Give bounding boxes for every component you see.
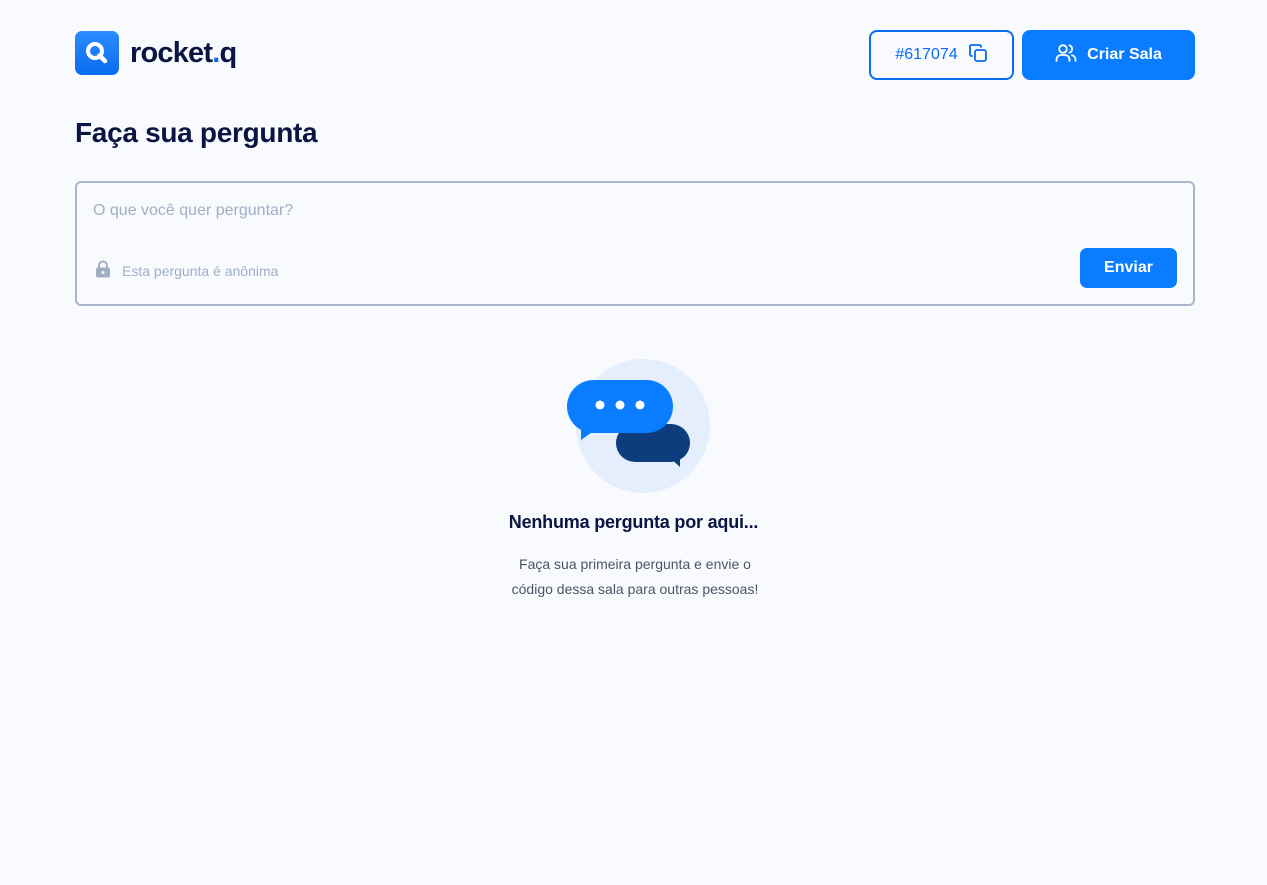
copy-icon	[968, 43, 988, 68]
header: rocket.q #617074 Criar Sala	[75, 30, 1195, 80]
logo[interactable]: rocket.q	[75, 31, 238, 75]
send-button[interactable]: Enviar	[1080, 248, 1177, 288]
page-title: Faça sua pergunta	[75, 117, 318, 148]
question-form: Esta pergunta é anônima Enviar	[75, 181, 1195, 306]
logo-text-suffix: q	[219, 36, 238, 69]
lock-icon	[95, 260, 111, 281]
empty-state-description: Faça sua primeira pergunta e envie o cód…	[483, 552, 787, 602]
logo-text-main: rocket	[130, 36, 213, 69]
create-room-button[interactable]: Criar Sala	[1022, 30, 1195, 80]
users-icon	[1055, 43, 1077, 68]
logo-text: rocket.q	[130, 36, 238, 70]
empty-state-description-line1: Faça sua primeira pergunta e envie o	[519, 556, 751, 572]
create-room-label: Criar Sala	[1087, 46, 1162, 63]
chat-bubbles-icon	[563, 356, 713, 496]
anonymous-label: Esta pergunta é anônima	[122, 262, 279, 279]
logo-text-dot: .	[212, 36, 220, 69]
anonymous-toggle[interactable]: Esta pergunta é anônima	[95, 260, 278, 281]
room-code-button[interactable]: #617074	[869, 30, 1014, 80]
question-input[interactable]	[93, 199, 1173, 223]
empty-state-description-line2: código dessa sala para outras pessoas!	[511, 581, 759, 597]
room-code-text: #617074	[895, 46, 958, 63]
empty-state-title: Nenhuma pergunta por aqui...	[508, 512, 759, 532]
room-page: rocket.q #617074 Criar Sala Faça sua per…	[0, 0, 1267, 885]
magnifier-logo-icon	[75, 31, 119, 75]
